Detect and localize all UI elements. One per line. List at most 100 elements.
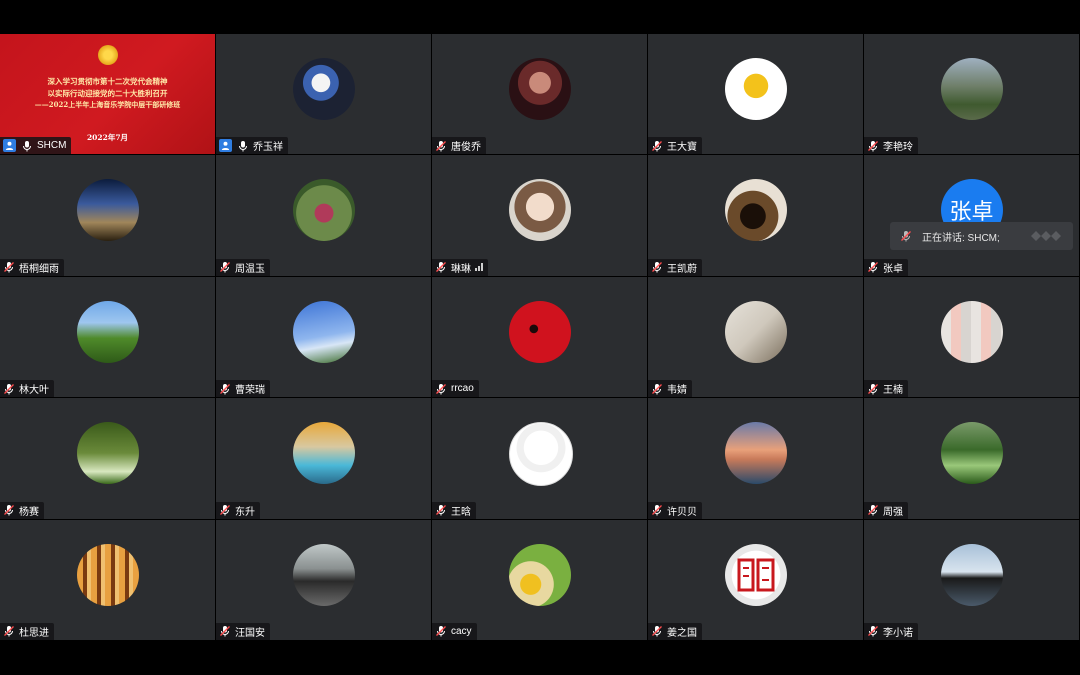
participant-tile[interactable]: 王楠 xyxy=(864,276,1079,398)
mic-muted-icon xyxy=(220,626,230,637)
participant-tile[interactable]: 张卓 张卓 xyxy=(864,155,1079,276)
participant-nametag: 张卓 xyxy=(864,258,908,276)
participant-tile[interactable]: cacy xyxy=(432,519,647,640)
participant-nametag: 许贝贝 xyxy=(648,501,702,519)
participant-name: 林大叶 xyxy=(19,385,49,397)
participant-tile[interactable]: 杜思进 xyxy=(0,519,215,640)
avatar xyxy=(724,179,787,242)
participant-name: 许贝贝 xyxy=(667,506,697,518)
banner-line-1: 深入学习贯彻市第十二次党代会精神 xyxy=(47,77,168,86)
participant-name: cacy xyxy=(451,625,472,637)
avatar xyxy=(76,300,139,363)
participant-name: 东升 xyxy=(235,506,255,518)
participant-name: 王楠 xyxy=(883,385,903,397)
avatar xyxy=(508,300,571,363)
participant-tile[interactable]: 许贝贝 xyxy=(648,398,863,519)
participant-nametag: cacy xyxy=(432,622,477,640)
avatar xyxy=(508,179,571,242)
participant-name: 汪国安 xyxy=(235,627,265,639)
participant-nametag: 王大寶 xyxy=(648,137,702,155)
participant-name: SHCM xyxy=(37,140,67,152)
participant-tile[interactable]: 李小诺 xyxy=(864,519,1079,640)
banner-line-2: 以实际行动迎接党的二十大胜利召开 xyxy=(47,89,168,98)
participant-nametag: 周温玉 xyxy=(216,258,270,276)
mic-icon xyxy=(239,140,247,152)
drag-handle-icon[interactable] xyxy=(1029,229,1063,243)
participant-tile[interactable]: 梧桐细雨 xyxy=(0,155,215,276)
participant-name: 周强 xyxy=(883,506,903,518)
participant-nametag: 姜之国 xyxy=(648,622,702,640)
mic-muted-icon xyxy=(652,626,662,637)
mic-muted-icon xyxy=(868,140,878,152)
mic-muted-icon xyxy=(4,383,14,395)
participant-nametag: 汪国安 xyxy=(216,622,270,640)
participant-tile-shcm[interactable]: 深入学习贯彻市第十二次党代会精神 以实际行动迎接党的二十大胜利召开 ——2022… xyxy=(0,34,215,155)
avatar xyxy=(508,422,573,487)
signal-strength-icon xyxy=(475,263,483,272)
participant-nametag: 周强 xyxy=(864,501,908,519)
participant-tile[interactable]: 汪国安 xyxy=(216,519,431,640)
mic-icon xyxy=(23,140,31,152)
participant-tile[interactable]: 周温玉 xyxy=(216,155,431,276)
participant-tile[interactable]: 东升 xyxy=(216,398,431,519)
avatar xyxy=(76,543,139,606)
participant-nametag: SHCM xyxy=(0,137,72,155)
mic-muted-icon xyxy=(652,383,662,395)
shared-banner: 深入学习贯彻市第十二次党代会精神 以实际行动迎接党的二十大胜利召开 ——2022… xyxy=(0,34,215,155)
avatar xyxy=(292,58,355,120)
participant-tile[interactable]: 林大叶 xyxy=(0,276,215,398)
person-icon xyxy=(219,139,232,153)
mic-muted-icon xyxy=(220,262,230,273)
mic-muted-icon xyxy=(652,262,662,273)
participant-nametag: 王凯蔚 xyxy=(648,258,702,276)
participant-nametag: 王楠 xyxy=(864,380,908,398)
mic-muted-icon xyxy=(220,383,230,395)
participant-tile[interactable]: 王大寶 xyxy=(648,34,863,155)
participant-name: 张卓 xyxy=(883,263,903,275)
party-emblem-icon xyxy=(97,45,118,65)
speaking-indicator: 正在讲话: SHCM; xyxy=(890,222,1073,250)
participant-name: 梧桐细雨 xyxy=(19,263,59,275)
mic-muted-icon xyxy=(652,505,662,516)
participant-tile[interactable]: 曹荣瑞 xyxy=(216,276,431,398)
mic-muted-icon xyxy=(436,262,446,273)
mic-muted-icon xyxy=(4,626,14,637)
participant-name: 王凯蔚 xyxy=(667,263,697,275)
participant-tile[interactable]: 韦婧 xyxy=(648,276,863,398)
participant-tile[interactable]: 王凯蔚 xyxy=(648,155,863,276)
participant-nametag: 梧桐细雨 xyxy=(0,258,64,276)
participant-tile[interactable]: 周强 xyxy=(864,398,1079,519)
mic-muted-icon xyxy=(220,505,230,516)
participant-name: 王大寶 xyxy=(667,142,697,154)
participant-tile[interactable]: 乔玉祥 xyxy=(216,34,431,155)
participant-name: 王晗 xyxy=(451,506,471,518)
participant-nametag: 李艳玲 xyxy=(864,137,918,155)
avatar xyxy=(292,179,355,242)
participant-tile[interactable]: 李艳玲 xyxy=(864,34,1079,155)
participant-name: 韦婧 xyxy=(667,385,687,397)
participant-tile[interactable]: 琳琳 xyxy=(432,155,647,276)
participant-nametag: 韦婧 xyxy=(648,380,692,398)
mic-muted-icon xyxy=(901,231,911,242)
participant-nametag: 乔玉祥 xyxy=(216,137,288,155)
participant-tile[interactable]: 杨赛 xyxy=(0,398,215,519)
avatar xyxy=(724,543,787,606)
participant-nametag: rrcao xyxy=(432,380,479,398)
participant-name: 姜之国 xyxy=(667,627,697,639)
avatar xyxy=(76,422,139,485)
participant-tile[interactable]: rrcao xyxy=(432,276,647,398)
participant-nametag: 林大叶 xyxy=(0,380,54,398)
participant-name: 乔玉祥 xyxy=(253,142,283,154)
participant-nametag: 王晗 xyxy=(432,501,476,519)
person-icon xyxy=(3,139,16,153)
avatar xyxy=(292,300,355,363)
participant-name: 杜思进 xyxy=(19,627,49,639)
participant-tile[interactable]: 王晗 xyxy=(432,398,647,519)
avatar xyxy=(940,543,1003,606)
participant-tile[interactable]: 姜之国 xyxy=(648,519,863,640)
avatar xyxy=(940,300,1003,363)
participant-name: 杨赛 xyxy=(19,506,39,518)
participant-tile[interactable]: 唐俊乔 xyxy=(432,34,647,155)
avatar xyxy=(76,179,139,242)
participant-grid: 深入学习贯彻市第十二次党代会精神 以实际行动迎接党的二十大胜利召开 ——2022… xyxy=(0,34,1080,641)
